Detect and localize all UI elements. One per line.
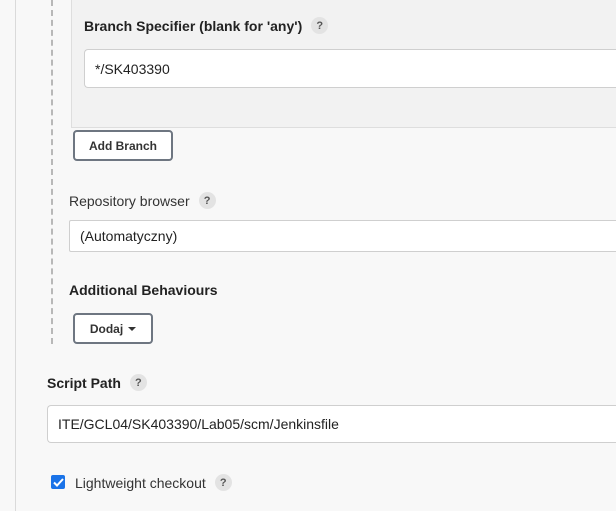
pipeline-scm-config: Branch Specifier (blank for 'any') ? */S… <box>0 0 616 511</box>
branch-specifier-input[interactable]: */SK403390 <box>84 49 616 88</box>
repository-browser-label: Repository browser ? <box>69 192 216 209</box>
nested-section-guide <box>51 0 53 344</box>
help-icon[interactable]: ? <box>198 192 216 209</box>
repository-browser-select[interactable]: (Automatyczny) <box>69 220 616 252</box>
script-path-input[interactable]: ITE/GCL04/SK403390/Lab05/scm/Jenkinsfile <box>47 405 616 443</box>
additional-behaviours-label: Additional Behaviours <box>69 282 218 298</box>
caret-down-icon <box>128 326 137 331</box>
branch-specifier-label: Branch Specifier (blank for 'any') ? <box>84 17 329 34</box>
section-rule <box>15 0 16 511</box>
checkmark-icon <box>52 477 64 487</box>
add-behaviour-button[interactable]: Dodaj <box>73 313 153 344</box>
help-icon[interactable]: ? <box>129 374 147 391</box>
help-icon[interactable]: ? <box>311 17 329 34</box>
add-branch-button[interactable]: Add Branch <box>73 130 173 161</box>
help-icon[interactable]: ? <box>214 474 232 491</box>
lightweight-checkout-checkbox[interactable] <box>51 475 65 489</box>
lightweight-checkout-label: Lightweight checkout ? <box>75 474 232 491</box>
script-path-label: Script Path ? <box>47 374 147 391</box>
